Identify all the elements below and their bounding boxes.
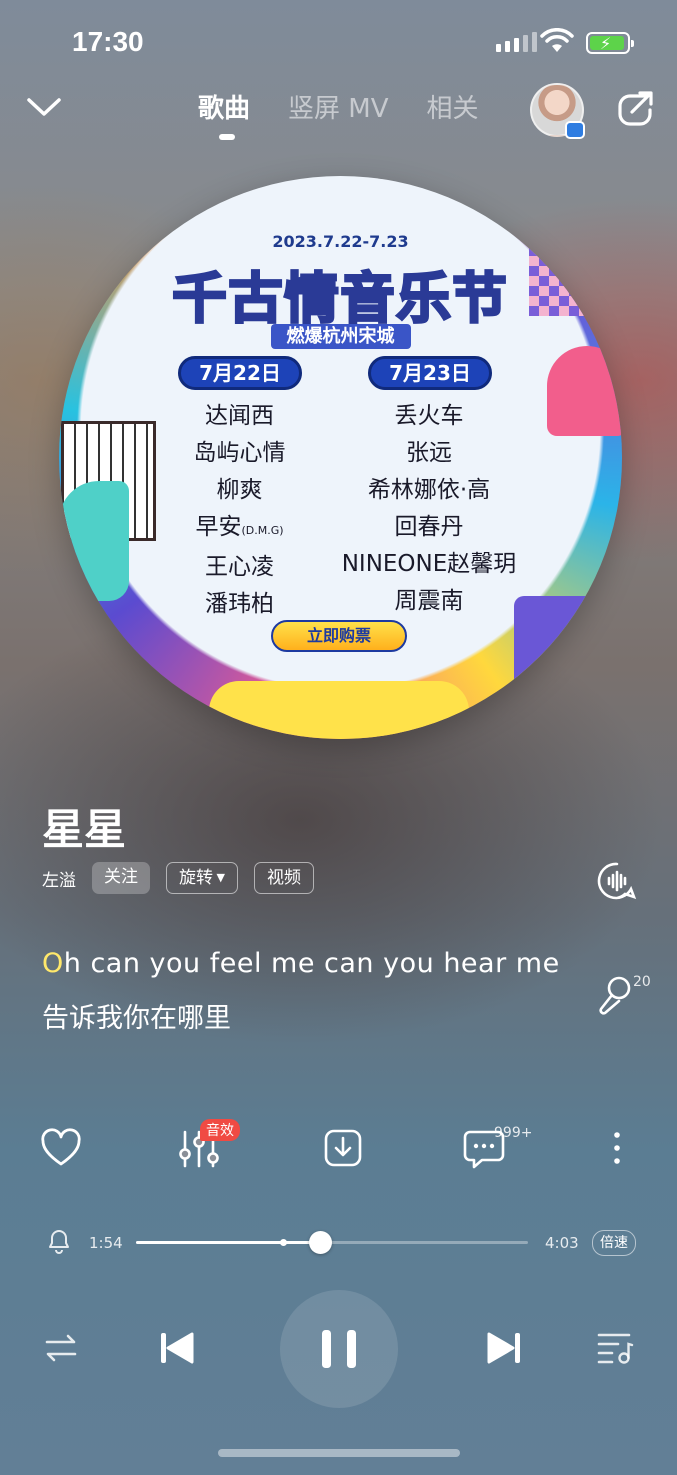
karaoke-mic-icon[interactable]	[597, 975, 633, 1021]
more-dots-icon[interactable]	[610, 1128, 624, 1172]
top-tabs: 歌曲 竖屏 MV 相关	[198, 88, 479, 125]
milkshake-illustration	[547, 346, 622, 436]
previous-track-icon[interactable]	[157, 1328, 197, 1372]
artist-name[interactable]: 左溢	[42, 866, 76, 891]
pause-icon	[322, 1330, 356, 1368]
follow-button[interactable]: 关注	[92, 862, 150, 894]
lineup-item: 回春丹	[394, 514, 464, 540]
lineup-item: 岛屿心情	[193, 440, 286, 466]
buy-ticket-button[interactable]: 立即购票	[271, 620, 407, 652]
like-heart-icon[interactable]	[40, 1128, 82, 1172]
playback-speed-button[interactable]: 倍速	[592, 1230, 636, 1256]
tab-related[interactable]: 相关	[427, 88, 479, 125]
progress-marker	[280, 1239, 287, 1246]
status-time: 17:30	[72, 26, 144, 57]
poster-date: 2023.7.22-7.23	[272, 232, 409, 251]
playlist-icon[interactable]	[596, 1330, 634, 1370]
total-time: 4:03	[545, 1234, 579, 1252]
play-pause-button[interactable]	[280, 1290, 398, 1408]
share-icon[interactable]	[616, 90, 656, 132]
lineup-item: 周震南	[394, 588, 464, 614]
day1-badge: 7月22日	[178, 356, 302, 390]
song-title: 星星	[42, 805, 127, 854]
album-cover-disc[interactable]: 2023.7.22-7.23 千古情音乐节 燃爆杭州宋城 7月22日 7月23日…	[59, 176, 622, 739]
progress-track[interactable]	[136, 1231, 528, 1254]
cellular-signal-icon	[496, 32, 537, 52]
wifi-icon	[540, 28, 574, 58]
cloud-illustration	[209, 681, 469, 739]
lineup-item: NINEONE赵馨玥	[341, 551, 517, 577]
lineup-item: 丢火车	[394, 403, 464, 429]
home-indicator	[218, 1449, 460, 1457]
progress-fill	[136, 1241, 320, 1244]
play-mode-order-icon[interactable]	[44, 1333, 78, 1367]
poster-subtitle: 燃爆杭州宋城	[59, 322, 622, 349]
speaker-illustration	[514, 596, 622, 706]
lyric-line-translation[interactable]: 告诉我你在哪里	[42, 996, 231, 1035]
sound-effect-badge: 音效	[200, 1119, 240, 1141]
lineup-item: 张远	[406, 440, 452, 466]
voice-wave-icon[interactable]	[597, 861, 637, 905]
collapse-chevron-icon[interactable]	[24, 92, 64, 126]
lineup-item: 王心凌	[205, 554, 274, 580]
tab-vertical-mv[interactable]: 竖屏 MV	[288, 88, 388, 125]
lineup-item: 达闻西	[205, 403, 274, 429]
battery-icon: ⚡	[586, 32, 634, 54]
current-time: 1:54	[89, 1234, 123, 1252]
progress-thumb[interactable]	[309, 1231, 332, 1254]
tag-button[interactable]: 旋转 ▼	[166, 862, 238, 894]
lineup-item: 潘玮柏	[205, 591, 274, 617]
character-illustration	[59, 481, 129, 601]
sleep-timer-bell-icon[interactable]	[46, 1227, 72, 1259]
video-button[interactable]: 视频	[253, 862, 314, 894]
day1-lineup: 达闻西 岛屿心情 柳爽 早安(D.M.G) 王心凌 潘玮柏	[177, 398, 302, 623]
active-tab-indicator	[219, 134, 235, 140]
lyric-line-current[interactable]: Oh can you feel me can you hear me	[42, 948, 560, 979]
lineup-item: 希林娜依·高	[367, 477, 491, 503]
day2-badge: 7月23日	[368, 356, 492, 390]
download-icon[interactable]	[323, 1128, 363, 1174]
comment-count: 999+	[494, 1125, 533, 1141]
next-track-icon[interactable]	[484, 1328, 524, 1372]
karaoke-count: 20	[633, 974, 651, 990]
tab-song[interactable]: 歌曲	[198, 88, 250, 125]
lineup-item: 柳爽	[216, 477, 263, 503]
live-badge-icon	[565, 121, 585, 139]
lineup-item-with-note: 早安(D.M.G)	[195, 514, 284, 540]
artist-row: 左溢 关注 旋转 ▼ 视频	[42, 862, 314, 894]
day2-lineup: 丢火车 张远 希林娜依·高 回春丹 NINEONE赵馨玥 周震南	[329, 398, 529, 620]
